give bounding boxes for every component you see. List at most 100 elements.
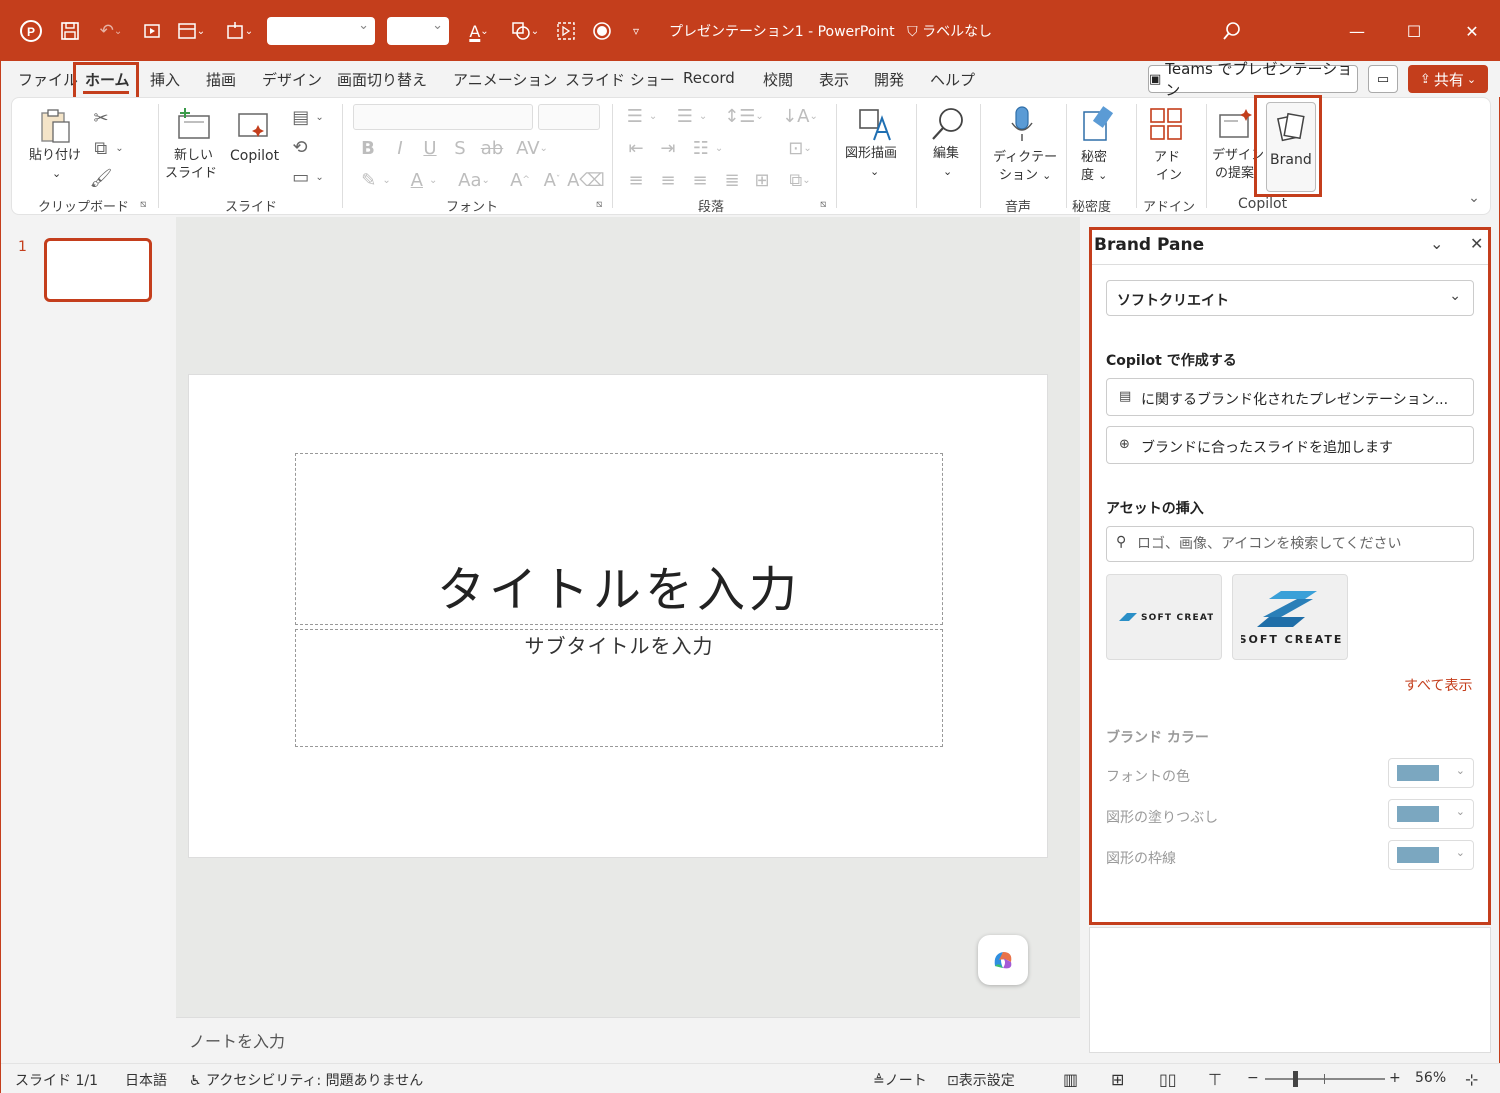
tab-animations[interactable]: アニメーション: [453, 69, 557, 90]
close-icon[interactable]: ✕: [1457, 17, 1487, 45]
align-right-icon[interactable]: ≡: [688, 168, 712, 192]
teams-present-button[interactable]: ▣ Teams でプレゼンテーション: [1148, 60, 1358, 99]
reset-icon[interactable]: ⟲: [288, 136, 312, 158]
font-size-select[interactable]: [538, 104, 600, 130]
display-settings[interactable]: ⊡表示設定: [947, 1070, 1015, 1090]
shapes-icon[interactable]: ⌄: [505, 17, 545, 45]
zoom-in-icon[interactable]: +: [1389, 1070, 1401, 1086]
slide-canvas[interactable]: タイトルを入力 サブタイトルを入力: [188, 374, 1048, 858]
tab-file[interactable]: ファイル: [18, 69, 78, 90]
tab-draw[interactable]: 描画: [206, 69, 236, 90]
reading-view-icon[interactable]: ▯▯: [1159, 1070, 1177, 1089]
brand-select[interactable]: ソフトクリエイト ⌄: [1106, 280, 1474, 316]
shrink-font-icon[interactable]: Aˇ: [540, 168, 564, 192]
layout-icon[interactable]: ⌄: [171, 17, 211, 45]
align-text-icon[interactable]: ⊡ ⌄: [780, 136, 820, 160]
smartart-icon[interactable]: ⧉ ⌄: [780, 168, 820, 192]
zoom-slider-thumb[interactable]: [1293, 1071, 1298, 1087]
grow-font-icon[interactable]: A ^: [508, 168, 532, 192]
subtitle-placeholder[interactable]: サブタイトルを入力: [295, 629, 943, 747]
language-status[interactable]: 日本語: [125, 1070, 167, 1090]
clear-format-icon[interactable]: A⌫: [567, 168, 605, 192]
notes-pane[interactable]: ノートを入力: [176, 1017, 1080, 1063]
format-painter-icon[interactable]: 🖌: [89, 166, 113, 190]
from-beginning-icon[interactable]: [139, 17, 165, 45]
launcher-icon[interactable]: ⧅: [596, 199, 602, 210]
collapse-ribbon-icon[interactable]: ⌄: [1464, 190, 1484, 206]
font-color-icon[interactable]: A ⌄: [404, 168, 444, 192]
font-family-select[interactable]: [353, 104, 533, 130]
see-all-link[interactable]: すべて表示: [1404, 675, 1472, 695]
tab-help[interactable]: ヘルプ: [930, 69, 975, 90]
increase-indent-icon[interactable]: ⇥: [656, 136, 680, 160]
branded-presentation-button[interactable]: ▤ に関するブランド化されたプレゼンテーション...: [1106, 378, 1474, 416]
tab-review[interactable]: 校閲: [763, 69, 793, 90]
asset-search-input[interactable]: [1137, 534, 1457, 554]
minimize-icon[interactable]: —: [1342, 17, 1372, 45]
notes-toggle[interactable]: ≜ノート: [873, 1070, 927, 1090]
bold-icon[interactable]: B: [356, 136, 380, 160]
zoom-level[interactable]: 56%: [1415, 1070, 1446, 1086]
highlight-icon[interactable]: ✎ ⌄: [356, 168, 396, 192]
add-branded-slide-button[interactable]: ⊕ ブランドに合ったスライドを追加します: [1106, 426, 1474, 464]
section-icon[interactable]: ▭ ⌄: [288, 166, 328, 188]
shadow-icon[interactable]: S: [448, 136, 472, 160]
justify-icon[interactable]: ≣: [720, 168, 744, 192]
tab-view[interactable]: 表示: [819, 69, 849, 90]
char-spacing-icon[interactable]: AV ⌄: [512, 136, 552, 160]
tab-slideshow[interactable]: スライド ショー: [565, 69, 675, 90]
copilot-floating-button[interactable]: [978, 935, 1028, 985]
sensitivity-label[interactable]: ラベルなし: [922, 24, 992, 40]
line-spacing-icon[interactable]: ↕☰ ⌄: [724, 104, 764, 128]
maximize-icon[interactable]: ☐: [1399, 17, 1429, 45]
font-color-swatch[interactable]: ⌄: [1388, 758, 1474, 788]
font-size-combo[interactable]: [387, 17, 449, 45]
chevron-down-icon[interactable]: ⌄: [1430, 234, 1443, 253]
align-left-icon[interactable]: ≡: [624, 168, 648, 192]
tab-design[interactable]: デザイン: [262, 69, 322, 90]
launcher-icon[interactable]: ⧅: [140, 199, 146, 210]
text-direction-icon[interactable]: ↓A ⌄: [780, 104, 820, 128]
undo-icon[interactable]: ↶ ⌄: [93, 17, 129, 45]
close-icon[interactable]: ✕: [1470, 234, 1483, 253]
distributed-icon[interactable]: ⊞: [750, 168, 774, 192]
shape-fill-swatch[interactable]: ⌄: [1388, 799, 1474, 829]
underline-icon[interactable]: U: [418, 136, 442, 160]
italic-icon[interactable]: I: [388, 136, 412, 160]
numbering-icon[interactable]: ☰ ⌄: [672, 104, 712, 128]
title-placeholder[interactable]: タイトルを入力: [295, 453, 943, 625]
save-icon[interactable]: [57, 17, 83, 45]
slide-sorter-icon[interactable]: ⊞: [1111, 1070, 1124, 1089]
decrease-indent-icon[interactable]: ⇤: [624, 136, 648, 160]
fit-slide-icon[interactable]: ⊹: [1465, 1070, 1478, 1089]
comments-button[interactable]: ▭: [1368, 65, 1398, 93]
tab-record[interactable]: Record: [683, 69, 735, 87]
tab-insert[interactable]: 挿入: [150, 69, 180, 90]
normal-view-icon[interactable]: ▥: [1063, 1070, 1078, 1089]
bullets-icon[interactable]: ☰ ⌄: [622, 104, 662, 128]
launcher-icon[interactable]: ⧅: [820, 199, 826, 210]
font-color-icon[interactable]: A ⌄: [461, 17, 497, 45]
customize-qa-icon[interactable]: ▿: [623, 17, 649, 45]
cut-icon[interactable]: ✂: [89, 106, 113, 130]
share-button[interactable]: ⇪ 共有 ⌄: [1408, 65, 1488, 93]
columns-icon[interactable]: ☷ ⌄: [688, 136, 728, 160]
accessibility-status[interactable]: ♿ アクセシビリティ: 問題ありません: [189, 1070, 423, 1090]
tab-transitions[interactable]: 画面切り替え: [337, 69, 427, 90]
align-center-icon[interactable]: ≡: [656, 168, 680, 192]
asset-logo-stacked[interactable]: SOFT CREATE: [1232, 574, 1348, 660]
zoom-out-icon[interactable]: −: [1247, 1070, 1259, 1086]
strikethrough-icon[interactable]: ab: [480, 136, 504, 160]
new-slide-qa-icon[interactable]: ⌄: [219, 17, 259, 45]
asset-search[interactable]: ⚲: [1106, 526, 1474, 562]
asset-logo-horizontal[interactable]: SOFT CREATE: [1106, 574, 1222, 660]
font-name-combo[interactable]: [267, 17, 375, 45]
record-icon[interactable]: [589, 17, 615, 45]
change-case-icon[interactable]: Aa ⌄: [454, 168, 494, 192]
slide-thumbnail[interactable]: [44, 238, 152, 302]
zoom-slider[interactable]: [1265, 1071, 1385, 1087]
copy-icon[interactable]: ⧉ ⌄: [89, 136, 129, 160]
layout-icon[interactable]: ▤ ⌄: [288, 106, 328, 128]
search-icon[interactable]: [1219, 17, 1245, 45]
tab-developer[interactable]: 開発: [874, 69, 904, 90]
